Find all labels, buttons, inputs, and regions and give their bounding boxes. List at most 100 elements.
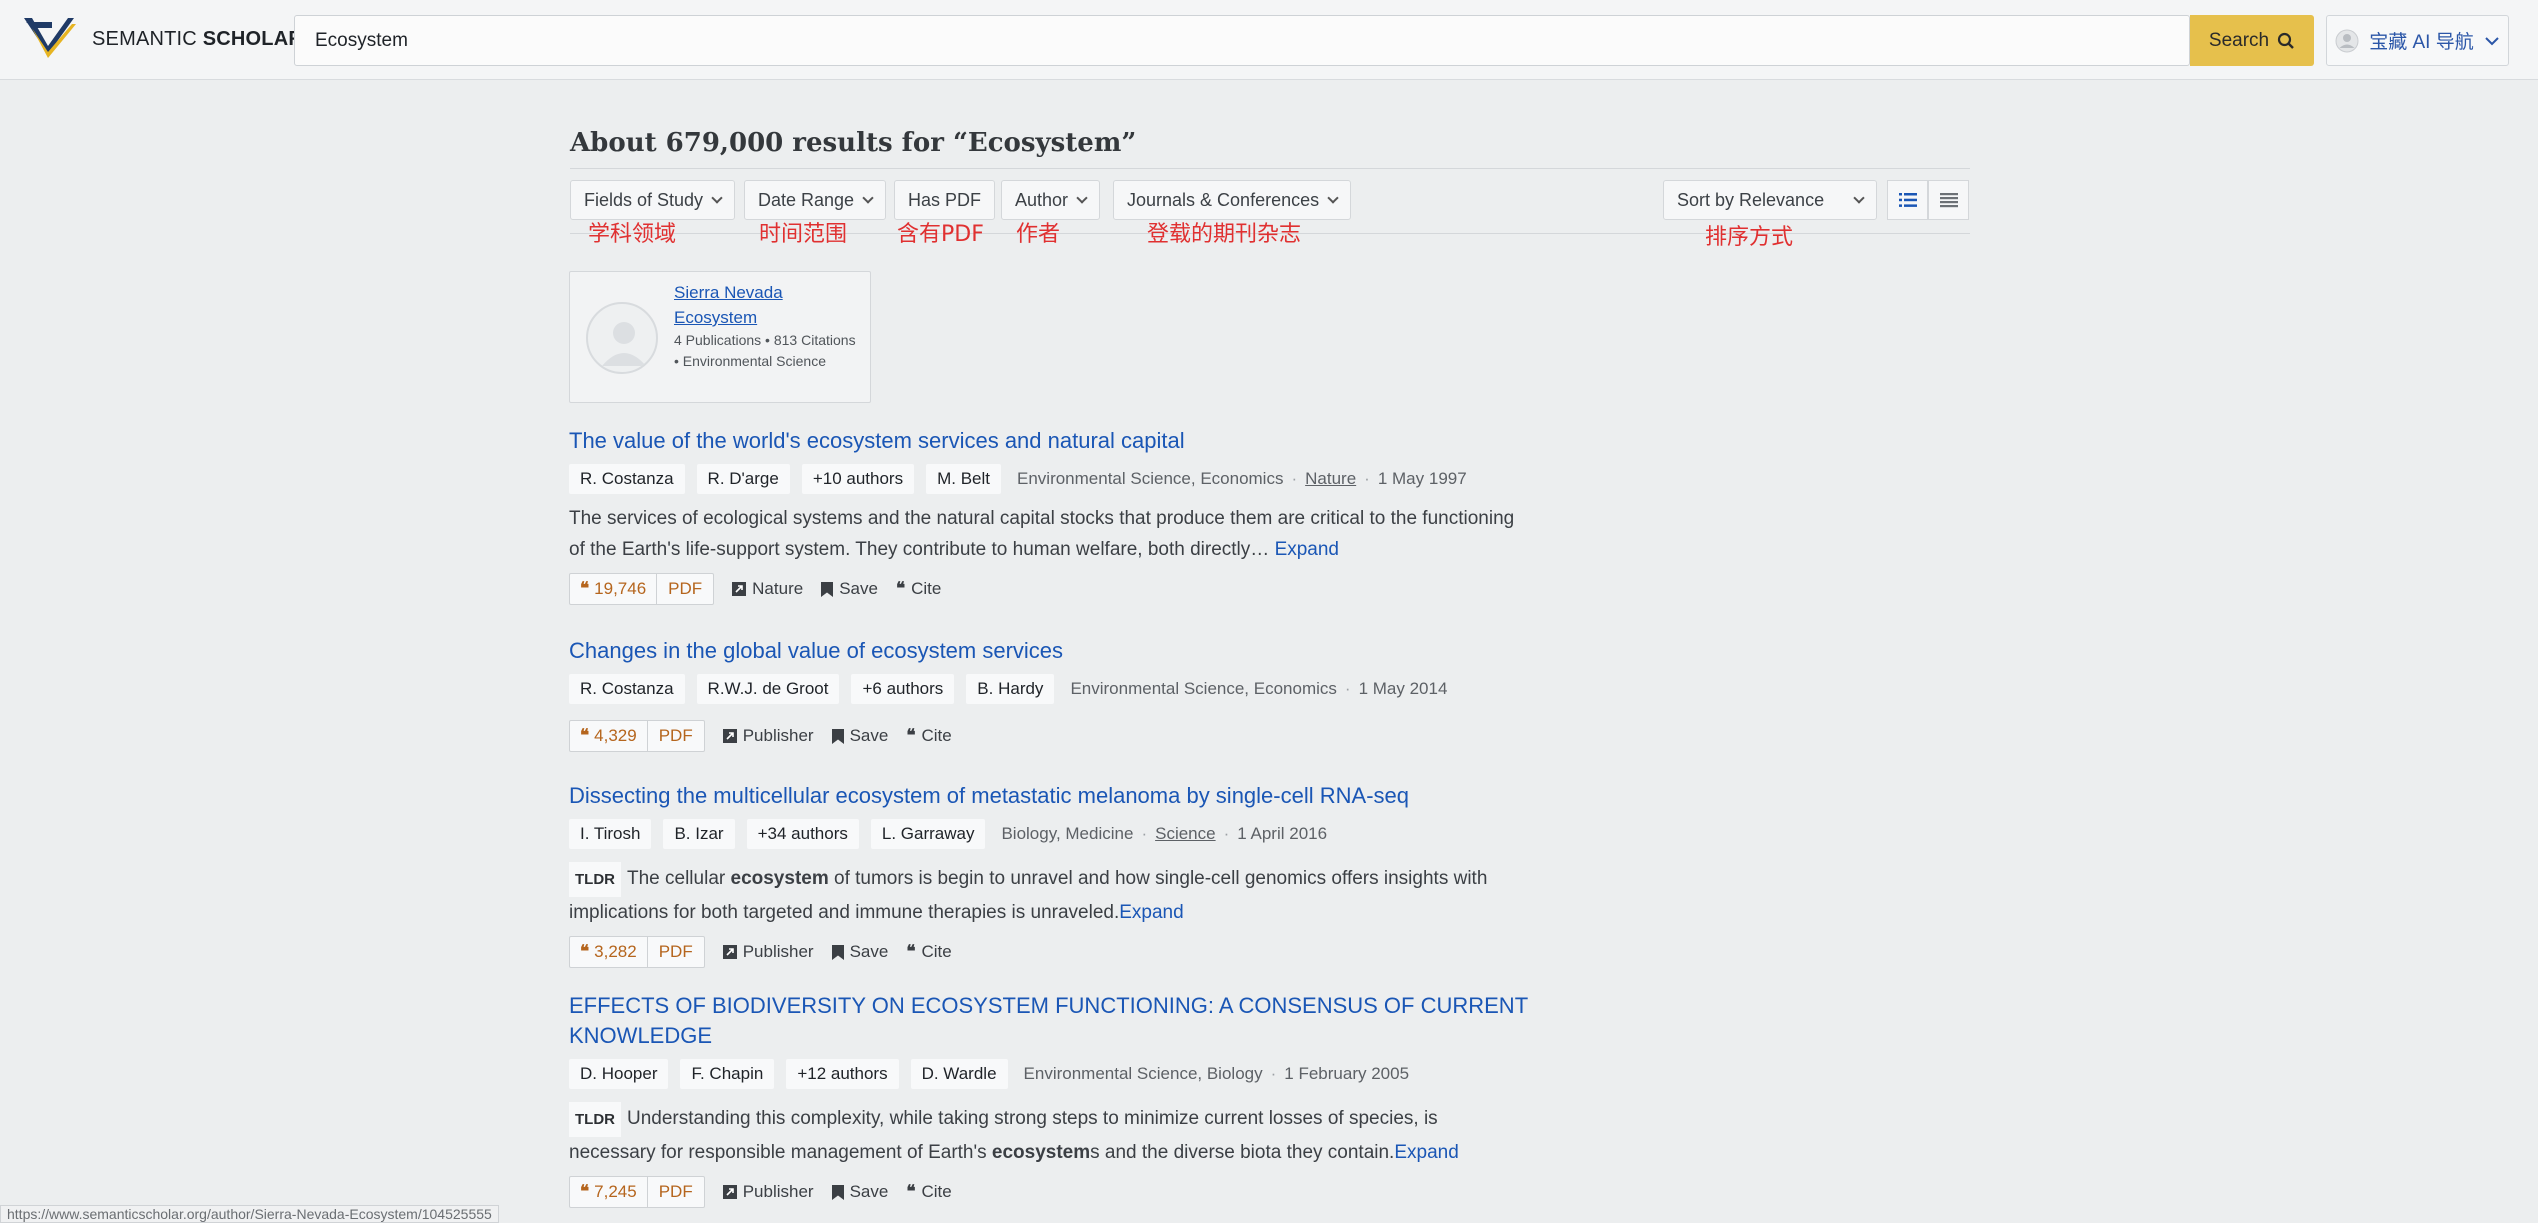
cite-button[interactable]: ❝ Cite xyxy=(906,726,951,746)
paper-date: 1 February 2005 xyxy=(1284,1064,1410,1083)
pdf-button[interactable]: PDF xyxy=(657,574,713,604)
paper-date: 1 May 2014 xyxy=(1358,679,1448,698)
paper-title-link[interactable]: Dissecting the multicellular ecosystem o… xyxy=(569,781,1569,811)
paper-authors-row: R. Costanza R. D'arge +10 authors M. Bel… xyxy=(569,463,1569,495)
paper-title-link[interactable]: Changes in the global value of ecosystem… xyxy=(569,636,1569,666)
tldr-text: The cellular xyxy=(627,868,731,889)
cite-button[interactable]: ❝ Cite xyxy=(906,942,951,962)
compact-view-toggle[interactable] xyxy=(1928,180,1969,220)
save-button[interactable]: Save xyxy=(831,942,889,962)
cite-button[interactable]: ❝ Cite xyxy=(896,579,941,599)
save-button[interactable]: Save xyxy=(831,726,888,746)
paper-result: Changes in the global value of ecosystem… xyxy=(569,636,1569,752)
author-chip[interactable]: R. Costanza xyxy=(569,674,685,704)
citation-count-button[interactable]: ❝ 19,746 xyxy=(570,574,658,604)
date-range-filter[interactable]: Date Range xyxy=(744,180,887,220)
source-link[interactable]: Nature xyxy=(732,579,803,599)
author-filter[interactable]: Author xyxy=(1001,180,1101,220)
author-entity-card[interactable]: Sierra Nevada Ecosystem 4 Publications •… xyxy=(569,271,871,403)
paper-meta: Environmental Science, Economics · Nature ·… xyxy=(1017,469,1467,488)
citations-pdf-group: ❝ 19,746 PDF xyxy=(569,573,715,605)
has-pdf-filter[interactable]: Has PDF xyxy=(894,180,996,220)
save-button[interactable]: Save xyxy=(831,1182,889,1202)
status-bar-url: https://www.semanticscholar.org/author/S… xyxy=(0,1205,499,1223)
annotation-author: 作者 xyxy=(1016,222,1061,247)
source-link[interactable]: Publisher xyxy=(722,726,814,746)
paper-fields: Environmental Science, Economics xyxy=(1017,469,1284,488)
author-chip[interactable]: I. Tirosh xyxy=(569,819,652,849)
external-link-icon xyxy=(722,729,737,743)
expand-link[interactable]: Expand xyxy=(1394,1142,1458,1163)
paper-venue-link[interactable]: Nature xyxy=(1305,469,1356,488)
pdf-button[interactable]: PDF xyxy=(648,1177,704,1207)
cite-button[interactable]: ❝ Cite xyxy=(906,1182,951,1202)
pdf-button[interactable]: PDF xyxy=(648,937,704,967)
paper-title-link[interactable]: The value of the world's ecosystem servi… xyxy=(569,426,1569,456)
paper-meta: Environmental Science, Economics · 1 May 2… xyxy=(1070,679,1448,698)
save-label: Save xyxy=(849,942,889,961)
tldr-highlight: ecosystem xyxy=(730,868,829,889)
ai-nav-dropdown[interactable]: 宝藏 AI 导航 xyxy=(2326,15,2509,66)
author-chip[interactable]: L. Garraway xyxy=(870,819,986,849)
external-link-icon xyxy=(732,582,747,596)
filter-label: Author xyxy=(1015,189,1069,210)
author-chip[interactable]: F. Chapin xyxy=(680,1059,775,1089)
citations-pdf-group: ❝ 3,282 PDF xyxy=(569,936,705,968)
quote-icon: ❝ xyxy=(580,579,590,599)
paper-actions: ❝ 3,282 PDF Publisher Save ❝ Cite xyxy=(569,936,1569,968)
source-link[interactable]: Publisher xyxy=(722,942,814,962)
pdf-button[interactable]: PDF xyxy=(648,721,704,751)
save-label: Save xyxy=(849,1182,889,1201)
author-chip[interactable]: R.W.J. de Groot xyxy=(696,674,840,704)
expand-link[interactable]: Expand xyxy=(1119,902,1183,923)
tldr-highlight: ecosystem xyxy=(991,1142,1091,1163)
paper-actions: ❝ 7,245 PDF Publisher Save ❝ Cite xyxy=(569,1176,1569,1208)
paper-actions: ❝ 19,746 PDF Nature Save ❝ Cite xyxy=(569,573,1569,605)
author-chip[interactable]: B. Izar xyxy=(663,819,735,849)
list-view-toggle[interactable] xyxy=(1887,180,1928,220)
entity-name-link[interactable]: Sierra Nevada Ecosystem xyxy=(674,280,854,330)
tldr-badge: TLDR xyxy=(569,1102,621,1137)
filter-label: Has PDF xyxy=(908,189,982,210)
paper-venue-link[interactable]: Science xyxy=(1155,824,1215,843)
cite-label: Cite xyxy=(921,942,952,961)
more-authors-chip[interactable]: +10 authors xyxy=(801,464,915,494)
citation-count-button[interactable]: ❝ 7,245 xyxy=(570,1177,648,1207)
author-chip[interactable]: D. Wardle xyxy=(910,1059,1008,1089)
chevron-down-icon xyxy=(2485,36,2499,45)
more-authors-chip[interactable]: +34 authors xyxy=(746,819,859,849)
filter-label: Date Range xyxy=(758,189,855,210)
author-chip[interactable]: M. Belt xyxy=(926,464,1001,494)
paper-title-link[interactable]: EFFECTS OF BIODIVERSITY ON ECOSYSTEM FUN… xyxy=(569,991,1529,1051)
bookmark-icon xyxy=(831,728,844,744)
quote-icon: ❝ xyxy=(895,579,906,599)
cite-label: Cite xyxy=(921,726,952,745)
person-placeholder-icon xyxy=(602,322,646,366)
chevron-down-icon xyxy=(711,192,723,204)
author-chip[interactable]: B. Hardy xyxy=(966,674,1055,704)
author-chip[interactable]: R. Costanza xyxy=(569,464,685,494)
more-authors-chip[interactable]: +12 authors xyxy=(786,1059,899,1089)
fields-of-study-filter[interactable]: Fields of Study xyxy=(570,180,736,220)
save-button[interactable]: Save xyxy=(821,579,878,599)
citation-count-button[interactable]: ❝ 4,329 xyxy=(570,721,648,751)
quote-icon: ❝ xyxy=(906,726,916,746)
paper-tldr: TLDR The cellular ecosystem of tumors is … xyxy=(569,862,1529,928)
sort-dropdown[interactable]: Sort by Relevance xyxy=(1663,180,1877,220)
author-chip[interactable]: R. D'arge xyxy=(696,464,790,494)
expand-link[interactable]: Expand xyxy=(1275,539,1339,560)
search-input[interactable]: Ecosystem xyxy=(294,15,2190,66)
more-authors-chip[interactable]: +6 authors xyxy=(851,674,955,704)
tldr-text: s and the diverse biota they contain. xyxy=(1090,1142,1395,1163)
source-link[interactable]: Publisher xyxy=(722,1182,814,1202)
annotation-journals: 登载的期刊杂志 xyxy=(1147,222,1302,247)
paper-authors-row: R. Costanza R.W.J. de Groot +6 authors B… xyxy=(569,673,1569,705)
paper-tldr: TLDR Understanding this complexity, while… xyxy=(569,1102,1529,1168)
journals-conferences-filter[interactable]: Journals & Conferences xyxy=(1113,180,1352,220)
citation-count-button[interactable]: ❝ 3,282 xyxy=(570,937,648,967)
user-avatar-icon xyxy=(2335,29,2359,52)
search-button[interactable]: Search xyxy=(2190,15,2314,66)
semantic-scholar-logo[interactable]: SEMANTIC SCHOLAR xyxy=(22,14,303,64)
entity-meta: 4 Publications • 813 Citations • Environ… xyxy=(674,332,856,369)
author-chip[interactable]: D. Hooper xyxy=(569,1059,669,1089)
